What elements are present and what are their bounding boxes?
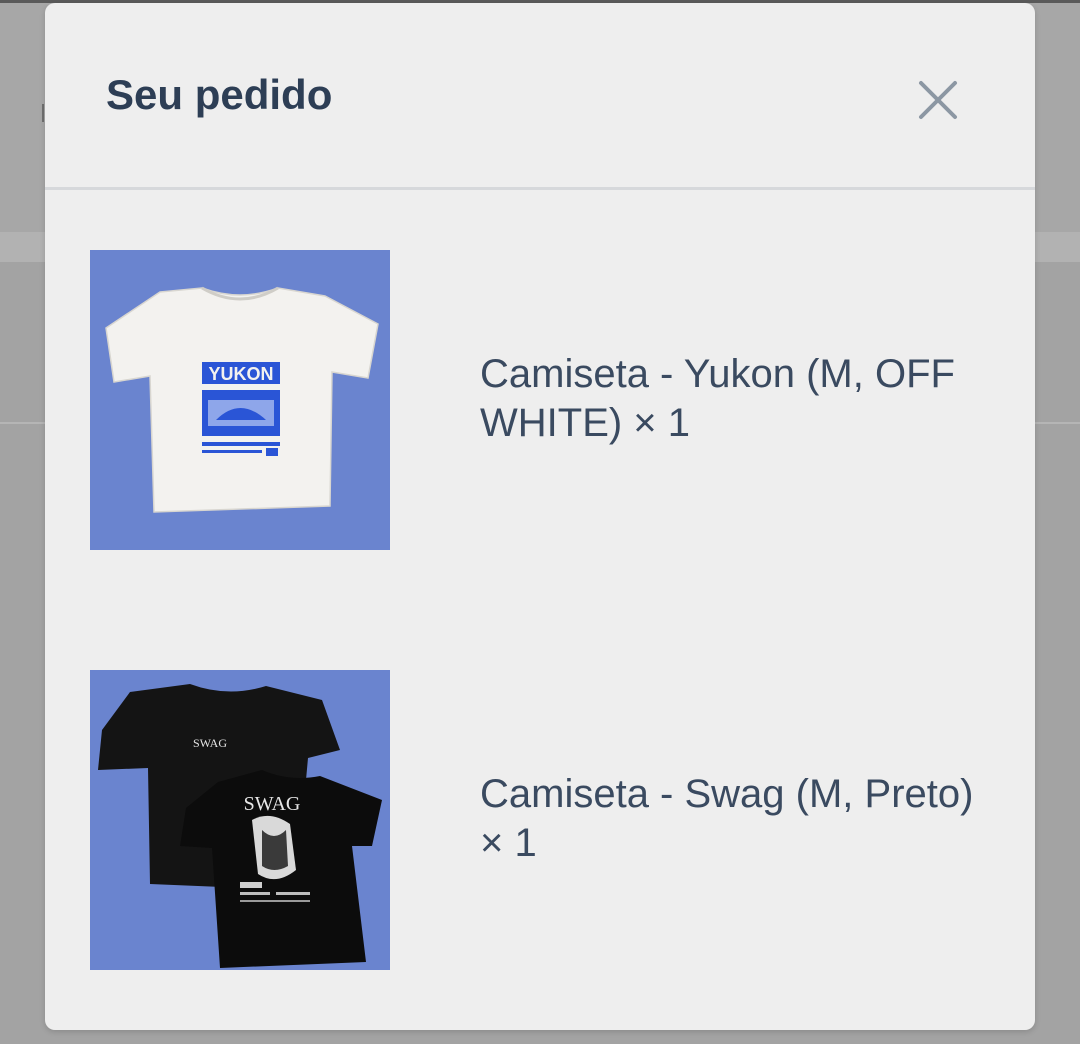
white-tshirt-image: YUKON bbox=[90, 250, 390, 550]
svg-text:YUKON: YUKON bbox=[208, 364, 273, 384]
svg-text:SWAG: SWAG bbox=[193, 736, 227, 750]
svg-text:SWAG: SWAG bbox=[244, 793, 301, 815]
black-tshirt-image: SWAG SWAG bbox=[90, 670, 390, 970]
item-thumbnail: SWAG SWAG bbox=[90, 670, 390, 970]
close-icon bbox=[919, 81, 957, 119]
order-modal: Seu pedido YUKON Camiseta - Yukon (M, OF… bbox=[45, 3, 1035, 1030]
item-description: Camiseta - Swag (M, Preto) × 1 bbox=[480, 772, 974, 865]
header-divider bbox=[45, 187, 1035, 190]
item-thumbnail: YUKON bbox=[90, 250, 390, 550]
modal-title: Seu pedido bbox=[106, 71, 333, 118]
order-item: YUKON Camiseta - Yukon (M, OFF WHITE) × … bbox=[90, 250, 990, 550]
order-item: SWAG SWAG Camiseta - Swag (M, Preto) × 1 bbox=[90, 670, 990, 970]
item-description: Camiseta - Yukon (M, OFF WHITE) × 1 bbox=[480, 352, 955, 445]
modal-header: Seu pedido bbox=[45, 3, 1035, 187]
close-button[interactable] bbox=[911, 73, 965, 127]
